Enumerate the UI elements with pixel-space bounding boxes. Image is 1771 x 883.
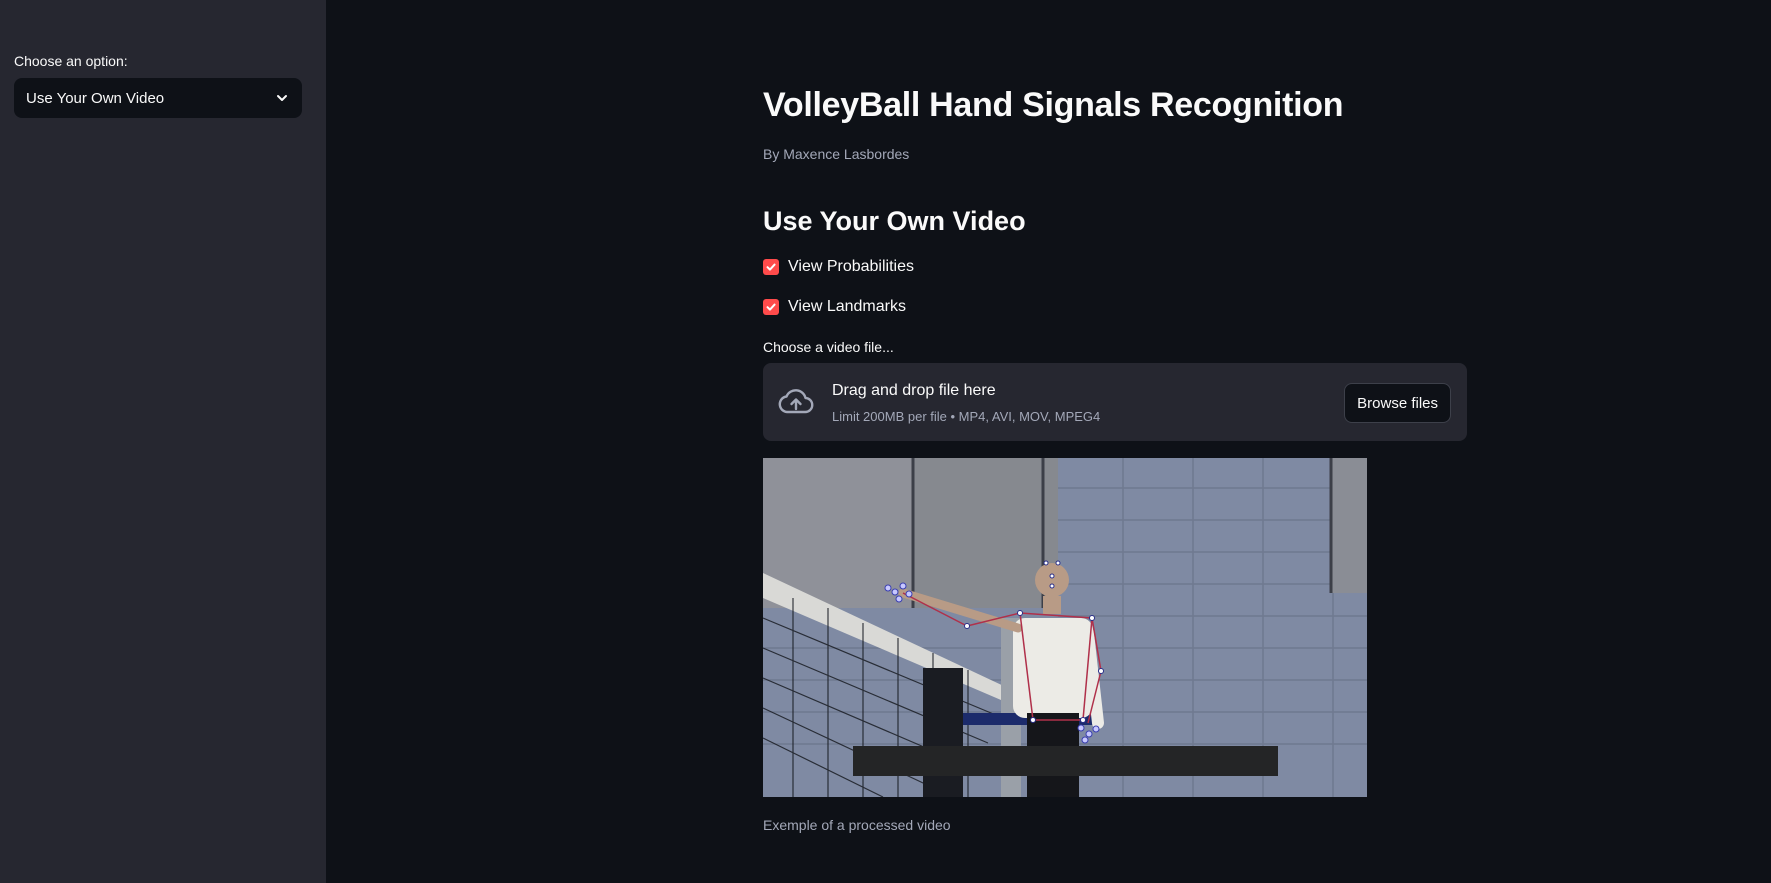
chevron-down-icon <box>277 95 287 101</box>
section-subheader: Use Your Own Video <box>763 206 1026 236</box>
view-probabilities-checkbox[interactable]: View Probabilities <box>763 258 914 276</box>
cloud-upload-icon <box>778 389 814 414</box>
checkbox-checked-icon <box>763 259 779 275</box>
view-probabilities-label: View Probabilities <box>788 258 914 275</box>
checkbox-checked-icon <box>763 299 779 315</box>
file-dropzone[interactable]: Drag and drop file here Limit 200MB per … <box>763 363 1467 441</box>
page-title: VolleyBall Hand Signals Recognition <box>763 86 1344 124</box>
dropzone-instructions: Drag and drop file here <box>832 382 996 399</box>
view-landmarks-label: View Landmarks <box>788 298 906 315</box>
option-select-value: Use Your Own Video <box>26 89 165 107</box>
video-caption: Exemple of a processed video <box>763 817 951 833</box>
video-frame-image <box>763 458 1367 797</box>
file-uploader-label: Choose a video file... <box>763 339 894 355</box>
option-select[interactable]: Use Your Own Video <box>14 78 302 118</box>
byline: By Maxence Lasbordes <box>763 146 910 162</box>
browse-files-button[interactable]: Browse files <box>1344 383 1451 423</box>
dropzone-limit-text: Limit 200MB per file • MP4, AVI, MOV, MP… <box>832 409 1101 424</box>
sidebar: Choose an option: Use Your Own Video <box>0 0 326 883</box>
option-select-label: Choose an option: <box>14 53 128 69</box>
processed-video[interactable] <box>763 458 1367 797</box>
view-landmarks-checkbox[interactable]: View Landmarks <box>763 298 906 316</box>
